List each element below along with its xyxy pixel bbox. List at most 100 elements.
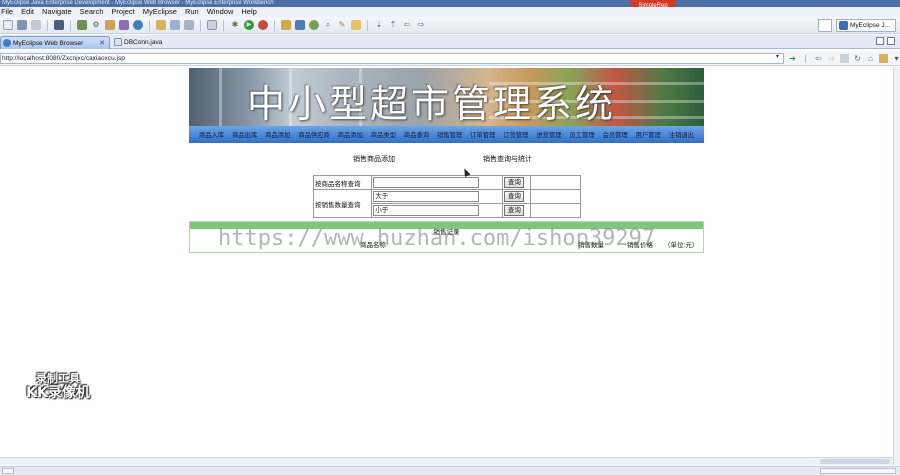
product-name-input[interactable] xyxy=(373,177,480,188)
gear-icon[interactable]: ⚙ xyxy=(91,20,101,30)
horizontal-scrollbar[interactable] xyxy=(0,457,893,465)
less-input-cell: 小于 xyxy=(371,203,504,218)
deploy-icon[interactable] xyxy=(77,20,87,30)
annotation-icon[interactable] xyxy=(351,20,361,30)
query-less-button[interactable]: 查询 xyxy=(504,205,525,216)
menu-search[interactable]: Search xyxy=(80,7,104,17)
maximize-view-button[interactable] xyxy=(887,37,895,45)
nav-item[interactable]: 会员管理 xyxy=(603,130,628,139)
menu-run[interactable]: Run xyxy=(185,7,199,17)
nav-item[interactable]: 商品类型 xyxy=(371,130,396,139)
browser-nav-icons: ➔ | ⇦ ⇨ ↻ ⌂ ▾ xyxy=(788,54,900,63)
url-input[interactable]: http://localhost:8080/Zxcnjxc/caxiaoxcu.… xyxy=(0,53,784,64)
tab-label: MyEclipse Web Browser xyxy=(13,40,84,47)
open-type-icon[interactable] xyxy=(281,20,291,30)
menu-icon[interactable]: ▾ xyxy=(892,54,900,63)
menu-edit[interactable]: Edit xyxy=(21,7,34,17)
forward-icon[interactable]: ⇨ xyxy=(416,20,426,30)
nav-item[interactable]: 商品出库 xyxy=(232,130,257,139)
menu-file[interactable]: File xyxy=(1,7,13,17)
scrollbar-thumb[interactable] xyxy=(820,459,890,464)
nav-item[interactable]: 员工管理 xyxy=(569,130,594,139)
window-title: MyEclipse Java Enterprise Development - … xyxy=(0,0,900,7)
nav-item[interactable]: 商品添加 xyxy=(338,130,363,139)
image-icon[interactable] xyxy=(156,20,166,30)
bookmark-icon[interactable] xyxy=(879,54,888,63)
qty-less-input[interactable]: 小于 xyxy=(373,205,480,216)
open-perspective-button[interactable] xyxy=(818,19,832,32)
back-icon[interactable]: ⇦ xyxy=(814,54,823,63)
col-price-unit: （单位:元） xyxy=(664,242,699,249)
toolbar-separator xyxy=(70,19,71,31)
nav-item[interactable]: 进货管理 xyxy=(536,130,561,139)
greater-input-cell: 大于 xyxy=(371,189,504,204)
query-by-name-button[interactable]: 查询 xyxy=(504,177,525,188)
menu-navigate[interactable]: Navigate xyxy=(42,7,72,17)
refresh-icon[interactable]: ↻ xyxy=(853,54,862,63)
external-tools-icon[interactable] xyxy=(258,20,268,30)
vertical-scrollbar[interactable] xyxy=(893,67,900,465)
back-icon[interactable]: ⇦ xyxy=(402,20,412,30)
print-icon[interactable] xyxy=(31,20,41,30)
menu-window[interactable]: Window xyxy=(207,7,234,17)
nav-item[interactable]: 商品添加 xyxy=(265,130,290,139)
perspective-switcher[interactable]: MyEclipse J... xyxy=(836,19,896,32)
status-segment xyxy=(820,468,896,474)
save-icon[interactable] xyxy=(17,20,27,30)
toolbar-separator xyxy=(274,19,275,31)
tab-web-browser[interactable]: MyEclipse Web Browser ✕ xyxy=(0,36,110,49)
chart-icon[interactable] xyxy=(170,20,180,30)
recorder-logo-line1: 录制工具 xyxy=(36,372,80,385)
java-file-icon xyxy=(114,38,122,46)
next-annotation-icon[interactable]: ⇣ xyxy=(374,20,384,30)
nav-item[interactable]: 用户管理 xyxy=(636,130,661,139)
browser-globe-icon xyxy=(3,39,11,47)
name-input-cell xyxy=(371,175,504,190)
search-icon[interactable]: ⌕ xyxy=(323,20,333,30)
minimize-view-button[interactable] xyxy=(876,37,884,45)
tools-icon[interactable] xyxy=(184,20,194,30)
new-icon[interactable] xyxy=(3,20,13,30)
toolbar-separator xyxy=(223,19,224,31)
nav-item[interactable]: 注销退出 xyxy=(669,130,694,139)
layout-icon[interactable] xyxy=(207,20,217,30)
open-task-icon[interactable] xyxy=(295,20,305,30)
nav-item[interactable]: 商品入库 xyxy=(199,130,224,139)
browser-content: 中小型超市管理系统 商品入库 商品出库 商品添加 商品供应商 商品添加 商品类型… xyxy=(0,67,893,465)
status-segment xyxy=(2,468,14,474)
perspective-label: MyEclipse J... xyxy=(850,22,891,29)
tab-sales-query[interactable]: 销售查询与统计 xyxy=(483,154,532,164)
nav-item[interactable]: 销售管理 xyxy=(437,130,462,139)
nav-item[interactable]: 商品供应商 xyxy=(298,130,329,139)
main-toolbar: ⚙ ✱ ▶ ⌕ ✎ ⇣ ⇡ ⇦ ⇨ xyxy=(0,17,900,34)
nav-item[interactable]: 订货管理 xyxy=(503,130,528,139)
chevron-down-icon[interactable]: ▾ xyxy=(776,53,779,60)
editor-tabbar: MyEclipse Web Browser ✕ DBConn.java xyxy=(0,35,900,49)
query-greater-button[interactable]: 查询 xyxy=(504,191,525,202)
menu-myeclipse[interactable]: MyEclipse xyxy=(143,7,177,17)
nav-item[interactable]: 商品查询 xyxy=(404,130,429,139)
stop-icon[interactable] xyxy=(840,54,849,63)
server-icon[interactable] xyxy=(54,20,64,30)
tab-add-sale[interactable]: 销售商品添加 xyxy=(353,154,395,164)
qty-greater-input[interactable]: 大于 xyxy=(373,191,480,202)
query-form: 按商品名称查询 查询 按销售数量查询 大于 查询 小于 查询 xyxy=(312,175,581,218)
forward-icon[interactable]: ⇨ xyxy=(827,54,836,63)
debug-icon[interactable]: ✱ xyxy=(230,20,240,30)
pencil-icon[interactable]: ✎ xyxy=(337,20,347,30)
package-icon[interactable] xyxy=(105,20,115,30)
prev-annotation-icon[interactable]: ⇡ xyxy=(388,20,398,30)
query-by-name-label: 按商品名称查询 xyxy=(312,175,373,190)
close-icon[interactable]: ✕ xyxy=(99,37,105,50)
home-icon[interactable]: ⌂ xyxy=(866,54,875,63)
database-icon[interactable] xyxy=(119,20,129,30)
nav-item[interactable]: 订单管理 xyxy=(470,130,495,139)
less-button-cell: 查询 xyxy=(502,203,531,218)
globe-icon[interactable] xyxy=(133,20,143,30)
run-icon[interactable]: ▶ xyxy=(244,20,254,30)
web-service-icon[interactable] xyxy=(309,20,319,30)
menu-project[interactable]: Project xyxy=(111,7,134,17)
tab-dbconn-java[interactable]: DBConn.java xyxy=(112,36,192,49)
menu-help[interactable]: Help xyxy=(241,7,256,17)
go-icon[interactable]: ➔ xyxy=(788,54,797,63)
